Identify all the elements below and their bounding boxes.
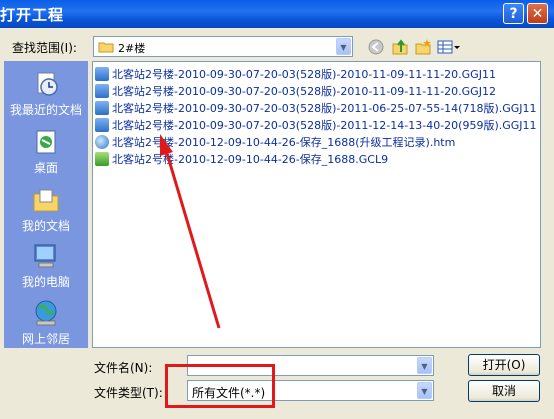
annotation-arrow [160,134,221,329]
